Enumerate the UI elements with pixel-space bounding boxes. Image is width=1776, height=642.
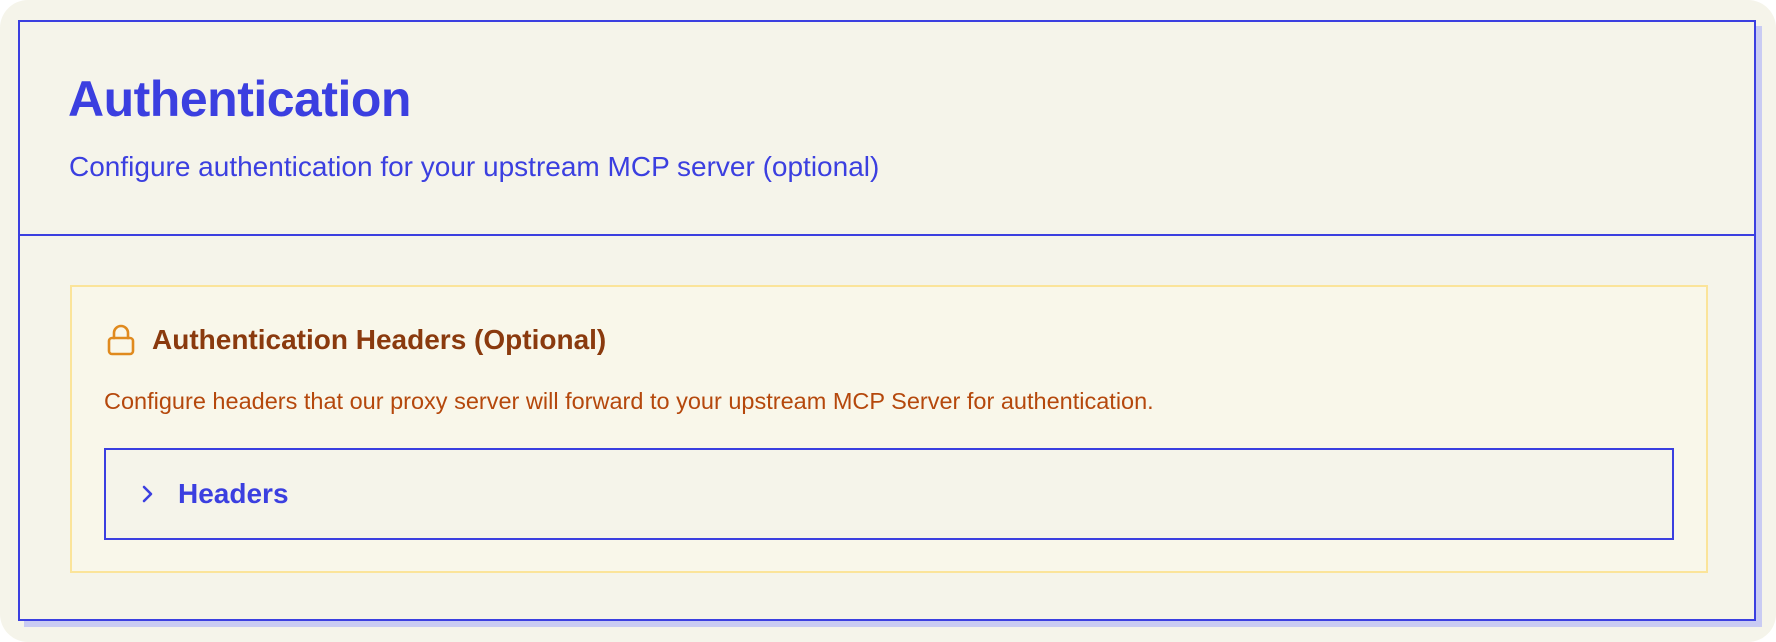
notice-description: Configure headers that our proxy server …: [104, 388, 1154, 414]
lock-icon: [106, 323, 136, 357]
page-frame: Authentication Configure authentication …: [0, 0, 1776, 642]
headers-label: Headers: [178, 478, 289, 509]
notice-title: Authentication Headers (Optional): [152, 324, 607, 355]
card-header: Authentication Configure authentication …: [20, 22, 1754, 236]
authentication-card: Authentication Configure authentication …: [18, 20, 1756, 621]
auth-headers-notice: Authentication Headers (Optional) Config…: [70, 285, 1708, 573]
headers-collapsible-toggle[interactable]: Headers: [104, 448, 1674, 540]
chevron-right-icon: [136, 483, 158, 505]
page-subtitle: Configure authentication for your upstre…: [69, 151, 880, 182]
page-title: Authentication: [68, 71, 411, 127]
notice-heading: Authentication Headers (Optional): [106, 323, 606, 357]
